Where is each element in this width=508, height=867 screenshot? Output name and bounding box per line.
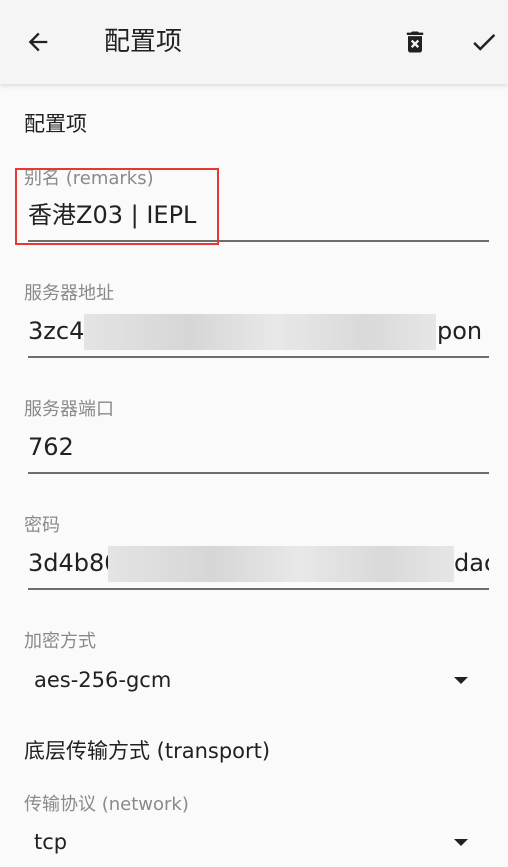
- server-address-suffix: pon: [437, 317, 483, 345]
- network-label: 传输协议 (network): [24, 794, 189, 815]
- back-button[interactable]: [14, 21, 62, 63]
- page-title: 配置项: [104, 27, 183, 57]
- password-input[interactable]: 3d4b80 dac: [28, 544, 489, 590]
- dropdown-arrow-icon: [454, 677, 468, 684]
- confirm-button[interactable]: [462, 21, 506, 63]
- section-heading-config: 配置项: [24, 112, 87, 136]
- server-address-prefix: 3zc4: [28, 317, 85, 345]
- delete-button[interactable]: [394, 21, 436, 63]
- encryption-value: aes-256-gcm: [34, 668, 172, 692]
- network-dropdown[interactable]: tcp: [34, 826, 474, 862]
- arrow-back-icon: [28, 32, 48, 52]
- encryption-label: 加密方式: [24, 631, 96, 652]
- server-port-value: 762: [28, 433, 74, 461]
- app-bar: 配置项: [0, 0, 508, 84]
- password-label: 密码: [24, 515, 60, 536]
- server-port-label: 服务器端口: [24, 399, 114, 420]
- server-port-input[interactable]: 762: [28, 428, 489, 474]
- server-address-label: 服务器地址: [24, 283, 114, 304]
- redaction-blur: [84, 314, 436, 350]
- check-icon: [473, 33, 496, 51]
- redaction-blur: [108, 546, 454, 582]
- server-address-input[interactable]: 3zc4 pon: [28, 312, 489, 358]
- network-value: tcp: [34, 830, 68, 854]
- encryption-dropdown[interactable]: aes-256-gcm: [34, 664, 474, 700]
- highlight-box: [15, 168, 219, 245]
- dropdown-arrow-icon: [454, 839, 468, 846]
- password-prefix: 3d4b80: [28, 549, 120, 577]
- section-heading-transport: 底层传输方式 (transport): [24, 739, 271, 763]
- password-suffix: dac: [454, 549, 489, 577]
- delete-icon: [406, 31, 424, 53]
